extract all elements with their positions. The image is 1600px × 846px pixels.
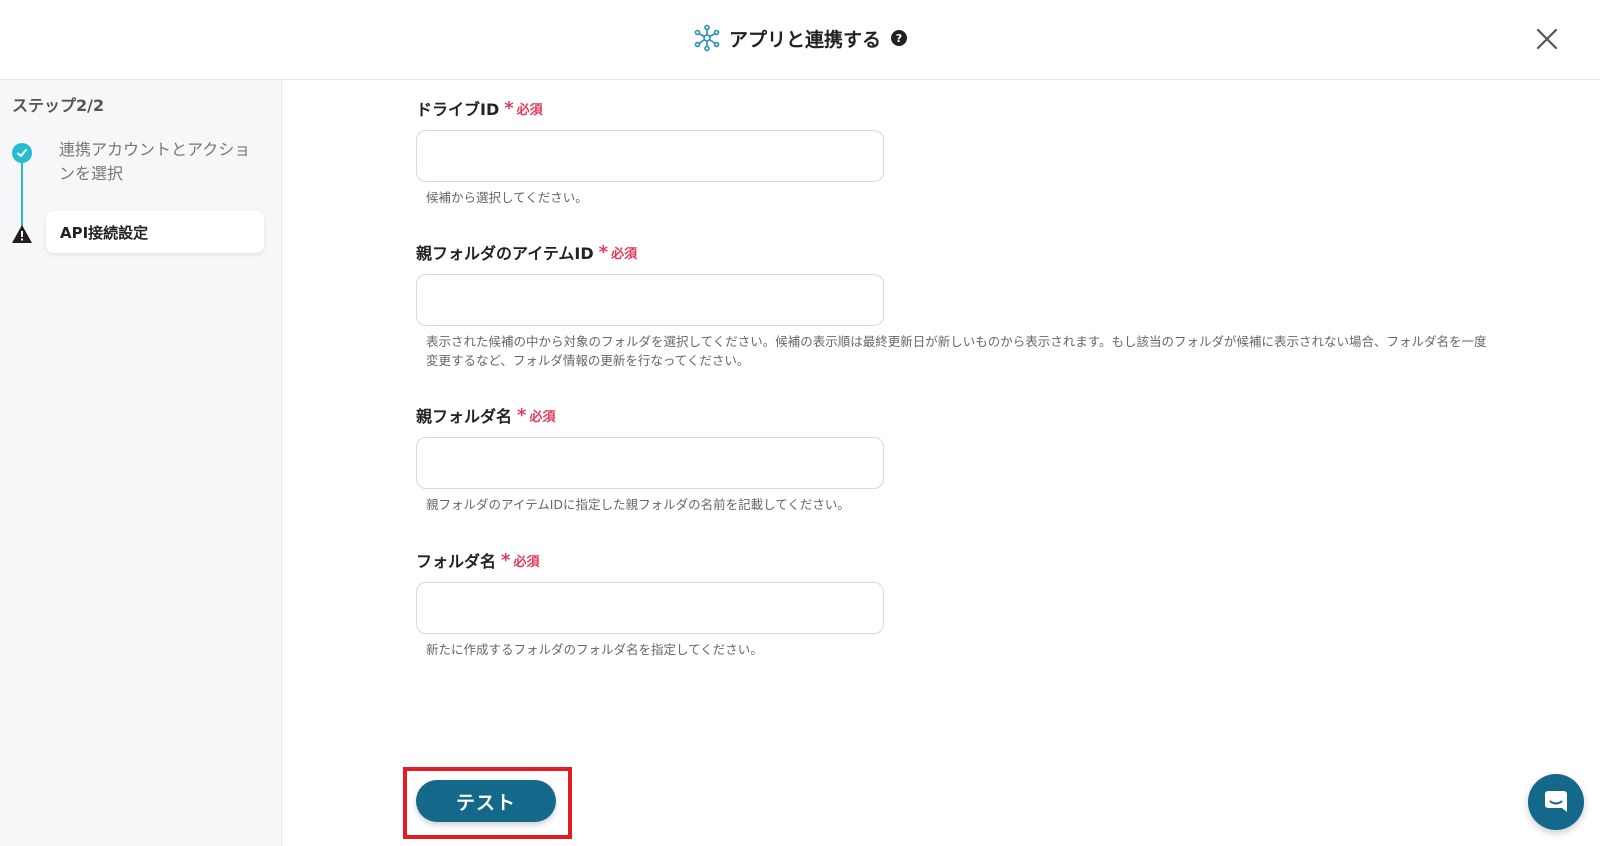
step-item-select-account[interactable]: 連携アカウントとアクションを選択 [59, 138, 259, 186]
network-hub-icon [693, 24, 721, 52]
field-help: 親フォルダのアイテムIDに指定した親フォルダの名前を記載してください。 [426, 497, 850, 512]
folder-name-input[interactable] [416, 582, 884, 634]
required-star: * [517, 404, 527, 426]
field-help: 新たに作成するフォルダのフォルダ名を指定してください。 [426, 642, 763, 657]
required-badge: 必須 [611, 246, 638, 262]
required-star: * [504, 97, 514, 119]
field-label: 親フォルダ名 [416, 407, 513, 426]
field-parent-folder-item-id: 親フォルダのアイテムID * 必須 表示された候補の中から対象のフォルダを選択し… [416, 240, 1496, 370]
close-button[interactable] [1530, 22, 1564, 56]
step-counter: ステップ2/2 [12, 96, 105, 115]
check-circle-icon [12, 143, 32, 163]
form-area: ドライブID * 必須 候補から選択してください。 親フォルダのアイテムID *… [283, 80, 1600, 846]
modal-header: アプリと連携する ? [0, 0, 1600, 80]
field-drive-id: ドライブID * 必須 候補から選択してください。 [416, 96, 1496, 207]
required-badge: 必須 [513, 554, 540, 570]
chat-button[interactable] [1528, 774, 1584, 830]
close-icon [1536, 28, 1558, 50]
field-help: 候補から選択してください。 [426, 190, 588, 205]
question-circle-icon[interactable]: ? [891, 30, 907, 46]
required-star: * [598, 241, 609, 263]
required-badge: 必須 [516, 102, 543, 118]
required-badge: 必須 [529, 409, 556, 425]
modal-title: アプリと連携する ? [0, 24, 1600, 52]
parent-folder-name-input[interactable] [416, 437, 884, 489]
parent-folder-item-id-input[interactable] [416, 274, 884, 326]
field-folder-name: フォルダ名 * 必須 新たに作成するフォルダのフォルダ名を指定してください。 [416, 548, 1496, 659]
drive-id-input[interactable] [416, 130, 884, 182]
field-label: ドライブID [416, 100, 500, 119]
step-item-api-settings[interactable]: API接続設定 [46, 211, 264, 253]
field-label: 親フォルダのアイテムID [416, 244, 594, 263]
chat-bubble-icon [1545, 791, 1567, 812]
warning-triangle-icon [11, 224, 33, 244]
modal-title-text: アプリと連携する [728, 28, 881, 51]
required-star: * [501, 549, 511, 571]
field-parent-folder-name: 親フォルダ名 * 必須 親フォルダのアイテムIDに指定した親フォルダの名前を記載… [416, 403, 1496, 514]
field-label: フォルダ名 [416, 552, 497, 571]
step-sidebar: ステップ2/2 連携アカウントとアクションを選択 API接続設定 [0, 80, 282, 846]
test-button[interactable]: テスト [416, 780, 556, 822]
field-help: 表示された候補の中から対象のフォルダを選択してください。候補の表示順は最終更新日… [426, 334, 1487, 368]
